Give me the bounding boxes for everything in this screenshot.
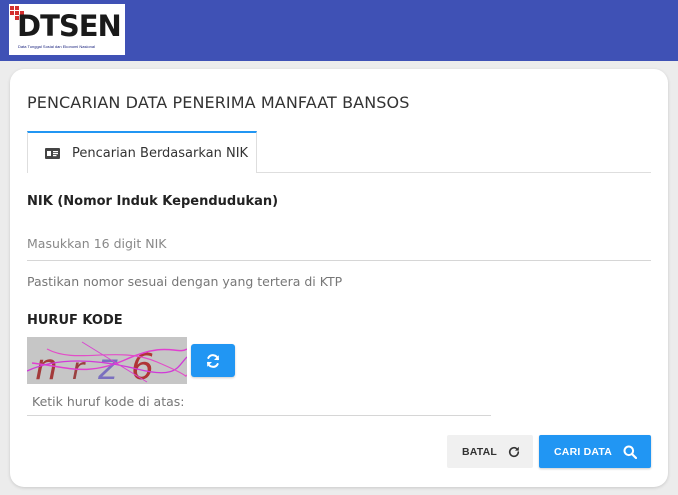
cancel-button[interactable]: BATAL — [447, 435, 533, 468]
refresh-icon — [207, 353, 219, 368]
search-button-label: CARI DATA — [554, 445, 612, 458]
captcha-input[interactable] — [27, 387, 491, 416]
logo-text: DTSEN — [17, 9, 122, 43]
captcha-label: HURUF KODE — [27, 313, 123, 328]
id-card-icon — [45, 147, 60, 159]
search-card: PENCARIAN DATA PENERIMA MANFAAT BANSOS P… — [10, 69, 668, 487]
nik-hint: Pastikan nomor sesuai dengan yang terter… — [27, 274, 343, 289]
search-data-button[interactable]: CARI DATA — [539, 435, 651, 468]
dtsen-logo: DTSEN Data Tunggal Sosial dan Ekonomi Na… — [9, 4, 125, 55]
captcha-image: nrz6 — [27, 337, 187, 384]
search-icon — [623, 445, 637, 459]
tab-search-by-nik[interactable]: Pencarian Berdasarkan NIK — [27, 131, 257, 173]
reset-icon — [508, 446, 520, 457]
logo-subtitle: Data Tunggal Sosial dan Ekonomi Nasional — [18, 44, 95, 49]
cancel-button-label: BATAL — [462, 445, 498, 458]
tab-label: Pencarian Berdasarkan NIK — [72, 145, 249, 161]
nik-label: NIK (Nomor Induk Kependudukan) — [27, 194, 279, 209]
page-title: PENCARIAN DATA PENERIMA MANFAAT BANSOS — [27, 93, 410, 112]
top-app-bar: DTSEN Data Tunggal Sosial dan Ekonomi Na… — [0, 0, 678, 61]
refresh-captcha-button[interactable] — [191, 344, 235, 377]
nik-input[interactable] — [27, 227, 651, 261]
